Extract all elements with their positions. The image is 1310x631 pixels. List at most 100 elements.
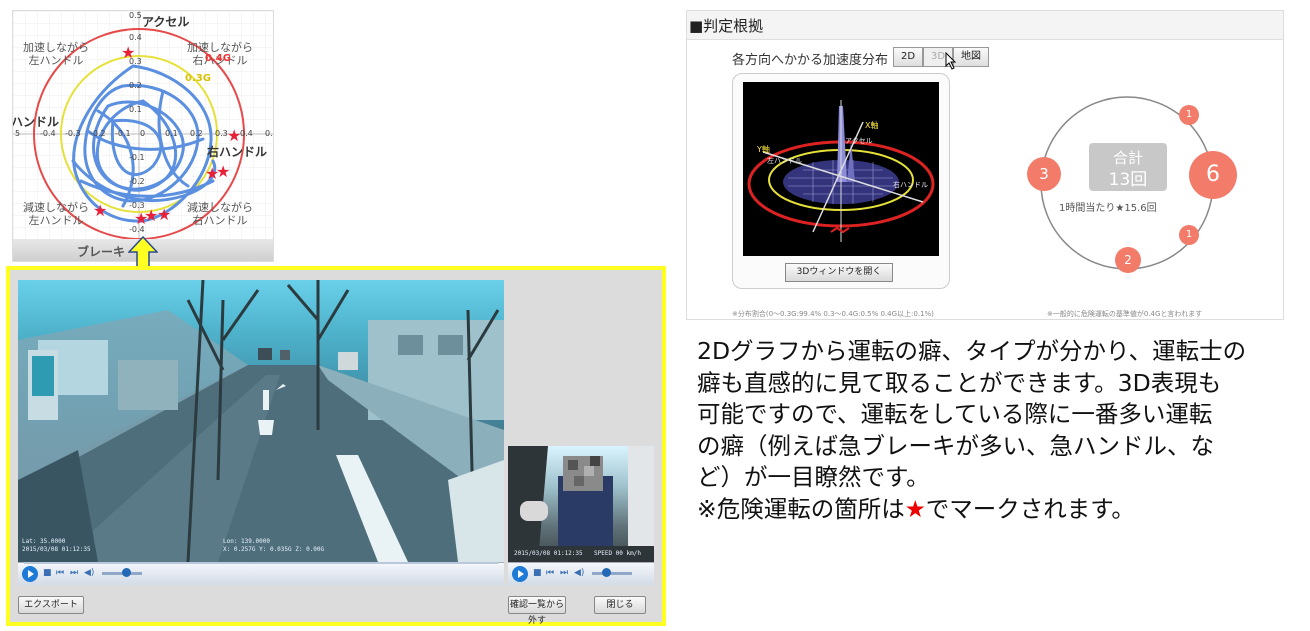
y-tick-label: -0.3 <box>129 201 145 210</box>
volume-slider-knob[interactable] <box>122 568 131 577</box>
y-tick-label: -0.1 <box>129 153 145 162</box>
export-button[interactable]: エクスポート <box>18 596 84 614</box>
x-tick-label: -0.3 <box>65 129 81 138</box>
description-note-prefix: ※危険運転の箇所は <box>697 494 905 523</box>
quadrant-label-line: 加速しながら <box>23 41 89 54</box>
axis-label-accel: アクセル <box>142 15 190 29</box>
3d-view-card: X軸 Y軸 左ハンドル アクセル 右ハンドル 3Dウィンドウを開く <box>732 73 950 289</box>
3d-label-right-handle: 右ハンドル <box>893 181 928 189</box>
x-tick-label: 0.3 <box>215 129 228 138</box>
tab-map[interactable]: 地図 <box>953 47 989 67</box>
quadrant-label-line: 右ハンドル <box>192 214 248 227</box>
quadrant-label-line: 左ハンドル <box>28 54 84 67</box>
3d-label-accel: アクセル <box>845 137 873 145</box>
x-tick-label: 0.4 <box>240 129 253 138</box>
volume-icon[interactable]: ◀) <box>574 568 584 578</box>
prev-frame-icon[interactable]: ⏮ <box>56 568 64 578</box>
y-tick-label: 0.1 <box>129 105 142 114</box>
quadrant-label-bl: 減速しながら 左ハンドル <box>23 201 89 227</box>
axis-label-left-handle: ハンドル <box>12 115 60 129</box>
danger-threshold-note: ※一般的に危険運転の基準値が0.4Gと言われます <box>1047 310 1203 318</box>
axis-label-brake: ブレーキ <box>77 245 126 259</box>
video-player-panel: Lat: 35.0000 2015/03/08 01:12:35 Lon: 13… <box>6 266 666 626</box>
red-star-icon: ★ <box>904 494 926 523</box>
tab-2d[interactable]: 2D <box>893 47 923 67</box>
x-tick-label: 0 <box>140 129 146 138</box>
count-bubble-bottom-right: 1 <box>1179 225 1199 245</box>
quadrant-label-br: 減速しながら 右ハンドル <box>187 201 253 227</box>
y-tick-label: 0.3 <box>129 57 142 66</box>
description-line: の癖（例えば急ブレーキが多い、急ハンドル、な <box>697 431 1214 460</box>
description-line: ど）が一目瞭然です。 <box>697 463 930 491</box>
play-icon[interactable] <box>512 566 528 582</box>
x-tick-label: 0.2 <box>190 129 203 138</box>
play-icon[interactable] <box>22 566 38 582</box>
x-tick-label: 0.5 <box>265 129 273 138</box>
main-video-controls: ■ ⏮ ⏭ ◀) <box>18 562 504 585</box>
hud-lon: Lon: 139.0000 <box>223 538 270 545</box>
3d-acceleration-plot[interactable]: X軸 Y軸 左ハンドル アクセル 右ハンドル <box>743 82 939 256</box>
y-tick-label: -0.2 <box>129 177 145 186</box>
x-tick-label: -0.4 <box>40 129 56 138</box>
count-bubble-bottom: 2 <box>1115 247 1141 273</box>
close-button[interactable]: 閉じる <box>594 596 646 614</box>
axis-label-right-handle: 右ハンドル <box>207 145 268 159</box>
danger-star-mark: ★ <box>157 205 171 224</box>
mouse-cursor-icon <box>945 52 957 70</box>
3d-plot-graphic <box>747 100 935 242</box>
3d-danger-mark <box>830 226 850 234</box>
quadrant-label-line: 減速しながら <box>187 201 253 214</box>
hud-datetime: 2015/03/08 01:12:35 <box>22 546 91 553</box>
description-line: ※危険運転の箇所は★でマークされます。 <box>697 494 1309 526</box>
description-line: 可能ですので、運転をしている際に一番多い運転 <box>697 400 1213 428</box>
cab-hud-datetime: 2015/03/08 01:12:35 <box>514 550 583 557</box>
description-line: 癖も直感的に見て取ることができます。3D表現も <box>697 368 1222 397</box>
hud-gforce: X: 0.257G Y: 0.035G Z: 0.00G <box>223 546 325 553</box>
distribution-label: 各方向へかかる加速度分布 <box>732 53 889 68</box>
cab-camera-video[interactable]: 2015/03/08 01:12:35 SPEED 00 km/h <box>508 446 654 562</box>
danger-star-mark: ★ <box>216 162 230 181</box>
remove-from-list-button[interactable]: 確認一覧から外す <box>508 596 566 626</box>
distribution-ratio-note: ※分布割合(0～0.3G:99.4% 0.3～0.4G:0.5% 0.4G以上:… <box>732 310 934 318</box>
gauge-label-0.4g: 0.4G <box>205 53 231 64</box>
panel-header: ■判定根拠 <box>687 11 1283 40</box>
open-3d-window-button[interactable]: 3Dウィンドウを開く <box>785 263 893 282</box>
next-frame-icon[interactable]: ⏭ <box>560 568 568 578</box>
stop-icon[interactable]: ■ <box>43 568 52 578</box>
x-tick-label: -0.2 <box>90 129 106 138</box>
3d-axis-label-y: Y軸 <box>757 145 770 154</box>
3d-axis-label-x: X軸 <box>865 121 879 130</box>
prev-frame-icon[interactable]: ⏮ <box>546 568 554 578</box>
total-value: 13回 <box>1108 170 1148 190</box>
volume-icon[interactable]: ◀) <box>84 568 94 578</box>
description-note-suffix: でマークされます。 <box>925 494 1135 523</box>
hud-lat: Lat: 35.0000 <box>22 538 66 545</box>
quadrant-label-line: 減速しながら <box>23 201 89 214</box>
description-line: 2Dグラフから運転の癖、タイプが分かり、運転士の <box>697 337 1247 365</box>
road-scene <box>18 280 504 562</box>
3d-label-left-handle: 左ハンドル <box>767 157 802 165</box>
y-tick-label: -0.4 <box>129 225 145 234</box>
acceleration-polar-chart: ★ ★ ★ ★ ★ ★ ★ ★ アクセル ハンドル 右ハンドル 加速しながら 左… <box>12 10 274 262</box>
cab-hud-speed: SPEED 00 km/h <box>594 550 641 557</box>
seek-bar[interactable] <box>24 562 498 564</box>
cab-scene <box>508 446 654 562</box>
y-tick-label: 0.5 <box>129 11 142 20</box>
next-frame-icon[interactable]: ⏭ <box>70 568 78 578</box>
volume-slider[interactable] <box>592 572 632 575</box>
judgment-basis-panel: ■判定根拠 各方向へかかる加速度分布 2D 3D 地図 X軸 Y軸 左ハンドル … <box>686 10 1284 320</box>
description-text: 2Dグラフから運転の癖、タイプが分かり、運転士の 癖も直感的に見て取ることができ… <box>697 336 1309 525</box>
x-tick-label: 5 <box>15 129 21 138</box>
count-bubble-left: 3 <box>1027 157 1061 191</box>
volume-slider-knob[interactable] <box>602 568 611 577</box>
dashcam-front-video[interactable]: Lat: 35.0000 2015/03/08 01:12:35 Lon: 13… <box>18 280 504 562</box>
x-tick-label: 0.1 <box>165 129 178 138</box>
count-bubble-top-right: 1 <box>1179 105 1199 125</box>
danger-star-mark: ★ <box>93 201 107 220</box>
panel-title: ■判定根拠 <box>689 17 764 35</box>
quadrant-label-line: 左ハンドル <box>28 214 84 227</box>
count-bubble-right: 6 <box>1189 151 1237 199</box>
cab-video-controls: ■ ⏮ ⏭ ◀) <box>508 562 654 585</box>
gauge-label-0.3g: 0.3G <box>185 73 211 84</box>
stop-icon[interactable]: ■ <box>533 568 542 578</box>
